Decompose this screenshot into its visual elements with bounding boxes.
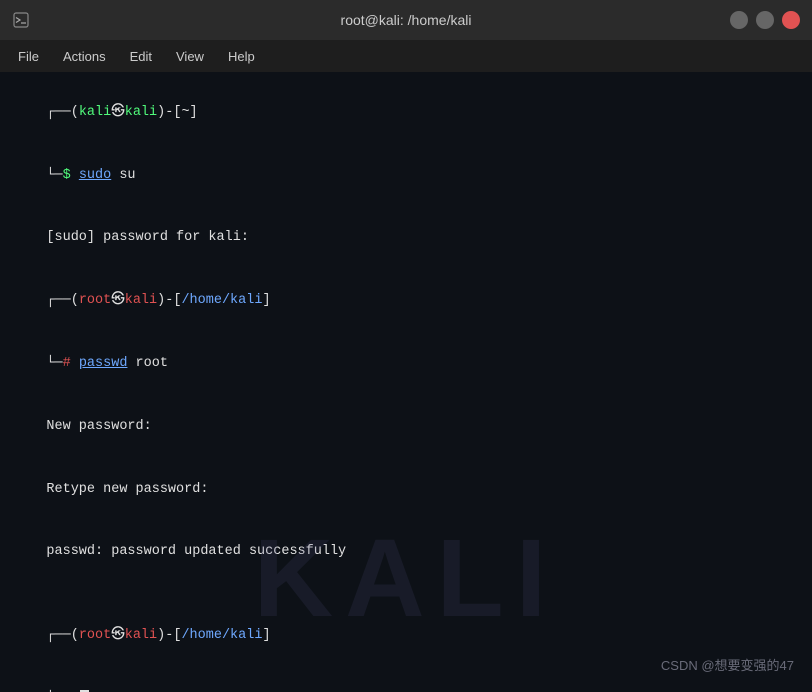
menubar: File Actions Edit View Help (0, 40, 812, 72)
term-line-5: └─# passwd root (14, 333, 798, 396)
term-line-6: New password: (14, 396, 798, 459)
menu-help[interactable]: Help (218, 45, 265, 68)
minimize-button[interactable] (730, 11, 748, 29)
term-line-1: ┌──(kali㉿kali)-[~] (14, 82, 798, 145)
titlebar-controls (730, 11, 800, 29)
kali-watermark: KALI (254, 515, 559, 642)
menu-edit[interactable]: Edit (120, 45, 162, 68)
term-line-4: ┌──(root㉿kali)-[/home/kali] (14, 270, 798, 333)
titlebar-title: root@kali: /home/kali (341, 12, 472, 28)
term-line-2: └─$ sudo su (14, 145, 798, 208)
term-line-3: [sudo] password for kali: (14, 208, 798, 271)
titlebar-left (12, 11, 30, 29)
menu-file[interactable]: File (8, 45, 49, 68)
terminal-icon (12, 11, 30, 29)
close-button[interactable] (782, 11, 800, 29)
titlebar: root@kali: /home/kali (0, 0, 812, 40)
terminal-area[interactable]: ┌──(kali㉿kali)-[~] └─$ sudo su [sudo] pa… (0, 72, 812, 692)
maximize-button[interactable] (756, 11, 774, 29)
menu-view[interactable]: View (166, 45, 214, 68)
menu-actions[interactable]: Actions (53, 45, 116, 68)
term-line-7: Retype new password: (14, 459, 798, 522)
csdn-watermark: CSDN @想要变强的47 (661, 655, 794, 674)
